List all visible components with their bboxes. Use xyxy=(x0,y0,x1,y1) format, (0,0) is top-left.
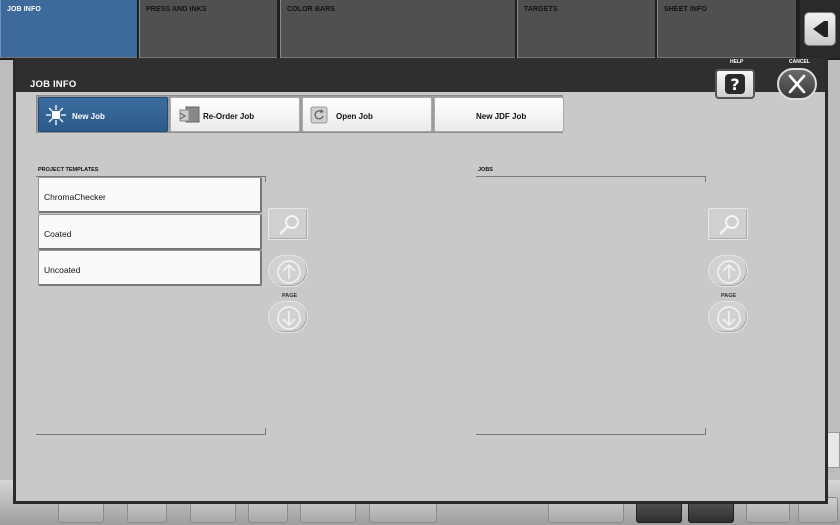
arrow-up-icon xyxy=(277,260,301,284)
help-label: HELP xyxy=(730,59,744,65)
svg-text:?: ? xyxy=(730,75,739,94)
panel-bottom-border xyxy=(476,434,706,435)
arrow-down-icon xyxy=(277,306,301,330)
arrow-down-icon xyxy=(717,306,741,330)
reorder-job-icon xyxy=(179,106,200,123)
new-jdf-job-button[interactable]: New JDF Job xyxy=(434,97,564,132)
new-jdf-job-label: New JDF Job xyxy=(476,112,527,121)
new-job-button[interactable]: New Job xyxy=(38,97,168,132)
template-search-button[interactable] xyxy=(268,208,308,240)
project-templates-header: PROJECT TEMPLATES xyxy=(38,167,99,173)
dialog-title: JOB INFO xyxy=(30,79,77,90)
reorder-job-label: Re-Order Job xyxy=(203,112,255,121)
new-job-label: New Job xyxy=(72,112,105,121)
job-info-dialog: JOB INFO HELP CANCEL ? New Job Re-Order … xyxy=(13,58,828,504)
top-tab-bar: JOB INFO PRESS AND INKS COLOR BARS TARGE… xyxy=(0,0,840,60)
reorder-job-button[interactable]: Re-Order Job xyxy=(170,97,300,132)
template-page-down-button[interactable] xyxy=(268,301,308,333)
panel-border xyxy=(705,428,706,434)
search-icon xyxy=(719,215,739,235)
question-icon: ? xyxy=(725,74,745,94)
back-button[interactable] xyxy=(800,0,840,58)
open-job-label: Open Job xyxy=(336,112,373,121)
tab-press-and-inks[interactable]: PRESS AND INKS xyxy=(139,0,277,58)
panel-bottom-border xyxy=(36,434,266,435)
jobs-page-up-button[interactable] xyxy=(708,255,748,287)
search-icon xyxy=(279,215,299,235)
back-arrow-icon xyxy=(813,21,828,37)
template-page-up-button[interactable] xyxy=(268,255,308,287)
tab-sheet-info[interactable]: SHEET INFO xyxy=(657,0,796,58)
tab-targets[interactable]: TARGETS xyxy=(517,0,655,58)
jobs-search-button[interactable] xyxy=(708,208,748,240)
jobs-page-down-button[interactable] xyxy=(708,301,748,333)
panel-border xyxy=(265,176,266,182)
open-job-button[interactable]: Open Job xyxy=(302,97,432,132)
tab-job-info[interactable]: JOB INFO xyxy=(0,0,137,58)
open-job-icon xyxy=(310,106,328,124)
jobs-header: JOBS xyxy=(478,167,493,173)
panel-border xyxy=(265,428,266,434)
close-icon xyxy=(788,74,806,94)
cancel-button[interactable] xyxy=(777,68,817,100)
template-item-coated[interactable]: Coated xyxy=(38,214,262,250)
template-page-label: PAGE xyxy=(282,293,298,299)
dialog-header: JOB INFO HELP CANCEL xyxy=(16,58,825,92)
panel-top-border xyxy=(476,176,706,177)
new-job-icon xyxy=(46,105,66,125)
template-item-chromachecker[interactable]: ChromaChecker xyxy=(38,177,262,213)
background-scrollbar[interactable] xyxy=(826,432,840,468)
jobs-page-label: PAGE xyxy=(721,293,737,299)
help-button[interactable]: ? xyxy=(715,69,755,99)
panel-border xyxy=(705,176,706,182)
arrow-up-icon xyxy=(717,260,741,284)
template-item-uncoated[interactable]: Uncoated xyxy=(38,250,262,286)
job-type-button-group: New Job Re-Order Job Open Job New JDF Jo… xyxy=(36,95,564,133)
tab-color-bars[interactable]: COLOR BARS xyxy=(280,0,515,58)
cancel-label: CANCEL xyxy=(789,59,810,65)
